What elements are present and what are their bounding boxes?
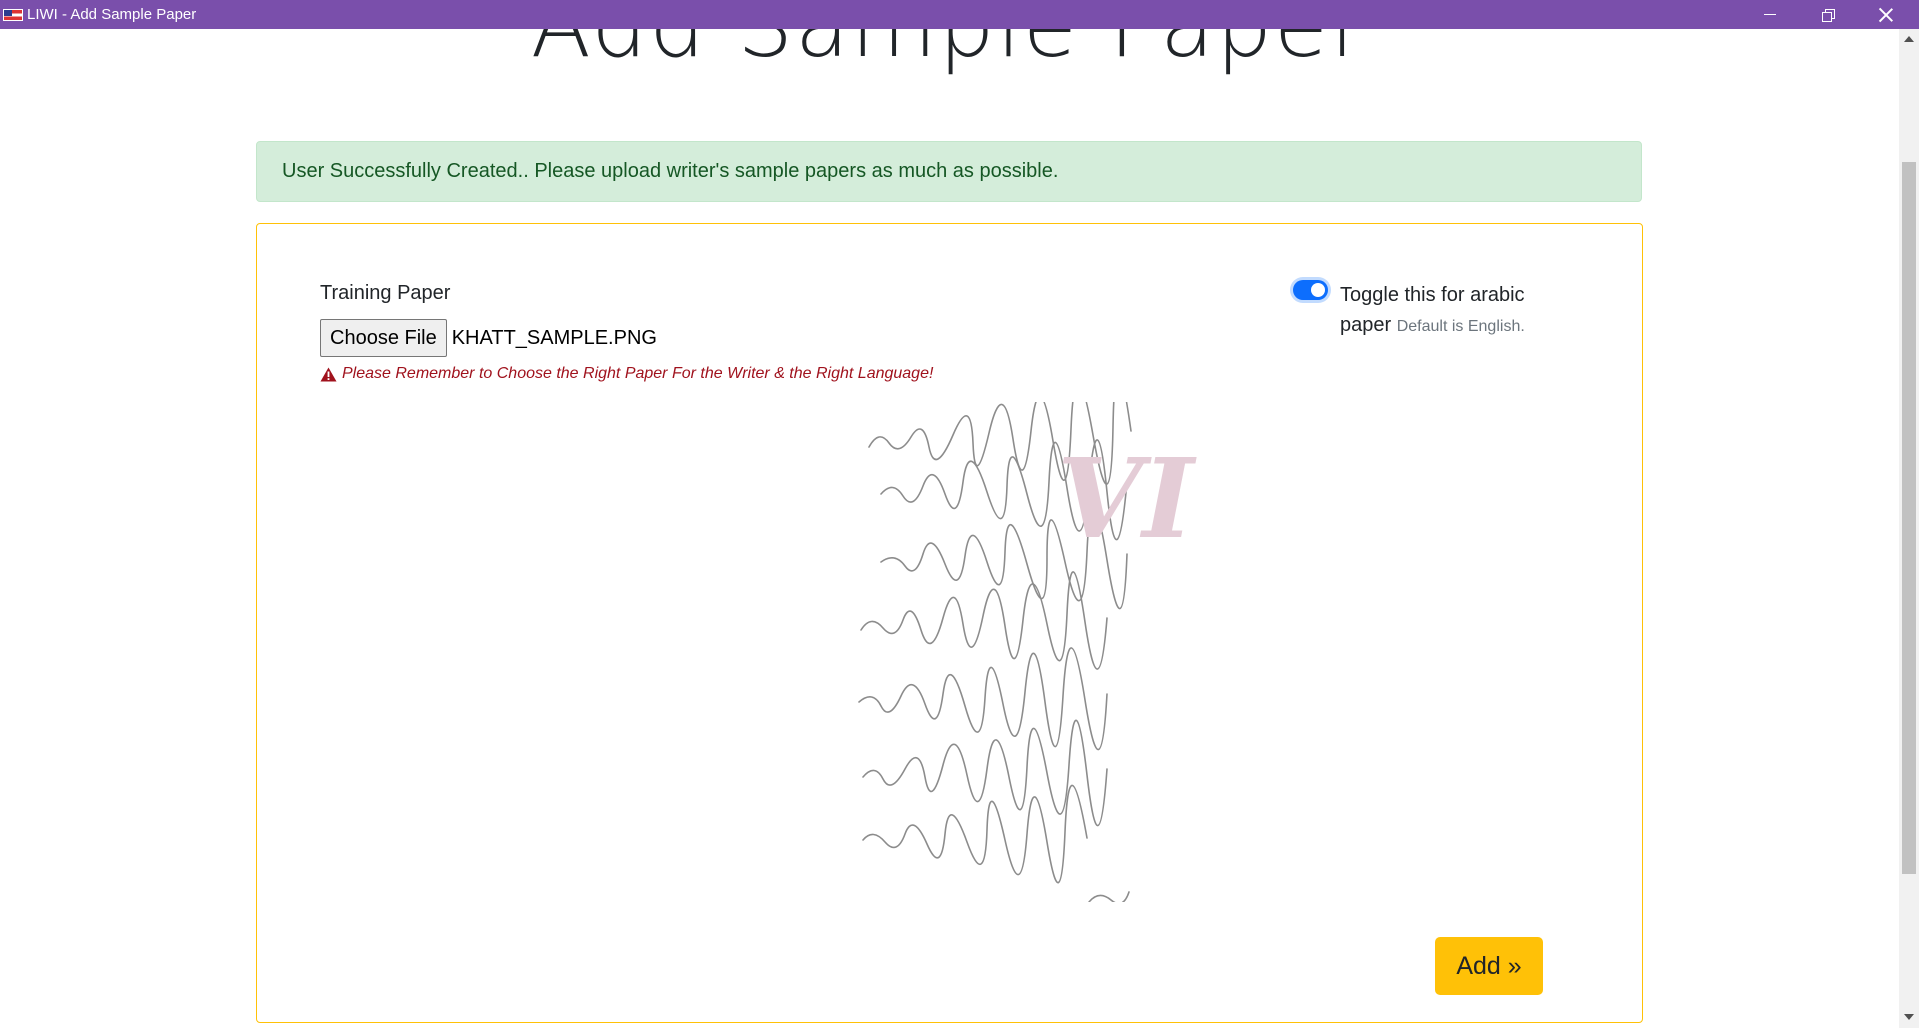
- scroll-up-arrow-icon[interactable]: [1904, 36, 1914, 42]
- app-flag-icon: [3, 9, 23, 21]
- scroll-thumb[interactable]: [1902, 162, 1916, 874]
- page-title: Add Sample Paper: [0, 29, 1899, 81]
- add-button[interactable]: Add »: [1435, 937, 1543, 995]
- minimize-button[interactable]: [1741, 0, 1799, 29]
- page-content: Add Sample Paper User Successfully Creat…: [0, 29, 1899, 1028]
- restore-icon: [1822, 8, 1835, 22]
- arabic-toggle-label: Toggle this for arabic paper Default is …: [1340, 280, 1550, 342]
- language-warning: Please Remember to Choose the Right Pape…: [320, 365, 933, 383]
- file-input[interactable]: Choose File KHATT_SAMPLE.PNG: [320, 319, 657, 357]
- arabic-toggle-switch[interactable]: [1293, 280, 1328, 300]
- handwriting-line: [860, 571, 1108, 670]
- vertical-scrollbar[interactable]: [1899, 29, 1919, 1028]
- window-title: LIWI - Add Sample Paper: [27, 6, 197, 23]
- image-watermark: VI: [1057, 434, 1194, 563]
- warning-text: Please Remember to Choose the Right Pape…: [342, 365, 934, 382]
- toggle-knob: [1311, 283, 1325, 297]
- handwriting-line: [862, 719, 1108, 827]
- close-icon: [1879, 8, 1893, 22]
- handwriting-line: [858, 647, 1108, 751]
- choose-file-button[interactable]: Choose File: [320, 319, 447, 357]
- window-titlebar: LIWI - Add Sample Paper: [0, 0, 1919, 29]
- toggle-hint: Default is English.: [1396, 318, 1525, 335]
- training-paper-label: Training Paper: [320, 282, 451, 304]
- minimize-icon: [1764, 14, 1776, 15]
- warning-triangle-icon: [320, 367, 337, 381]
- selected-file-name: KHATT_SAMPLE.PNG: [451, 326, 657, 349]
- success-alert: User Successfully Created.. Please uploa…: [256, 141, 1642, 202]
- restore-button[interactable]: [1799, 0, 1857, 29]
- handwriting-line: [1088, 891, 1130, 902]
- close-button[interactable]: [1857, 0, 1915, 29]
- upload-card: Training Paper Choose File KHATT_SAMPLE.…: [256, 223, 1643, 1023]
- scroll-down-arrow-icon[interactable]: [1904, 1014, 1914, 1020]
